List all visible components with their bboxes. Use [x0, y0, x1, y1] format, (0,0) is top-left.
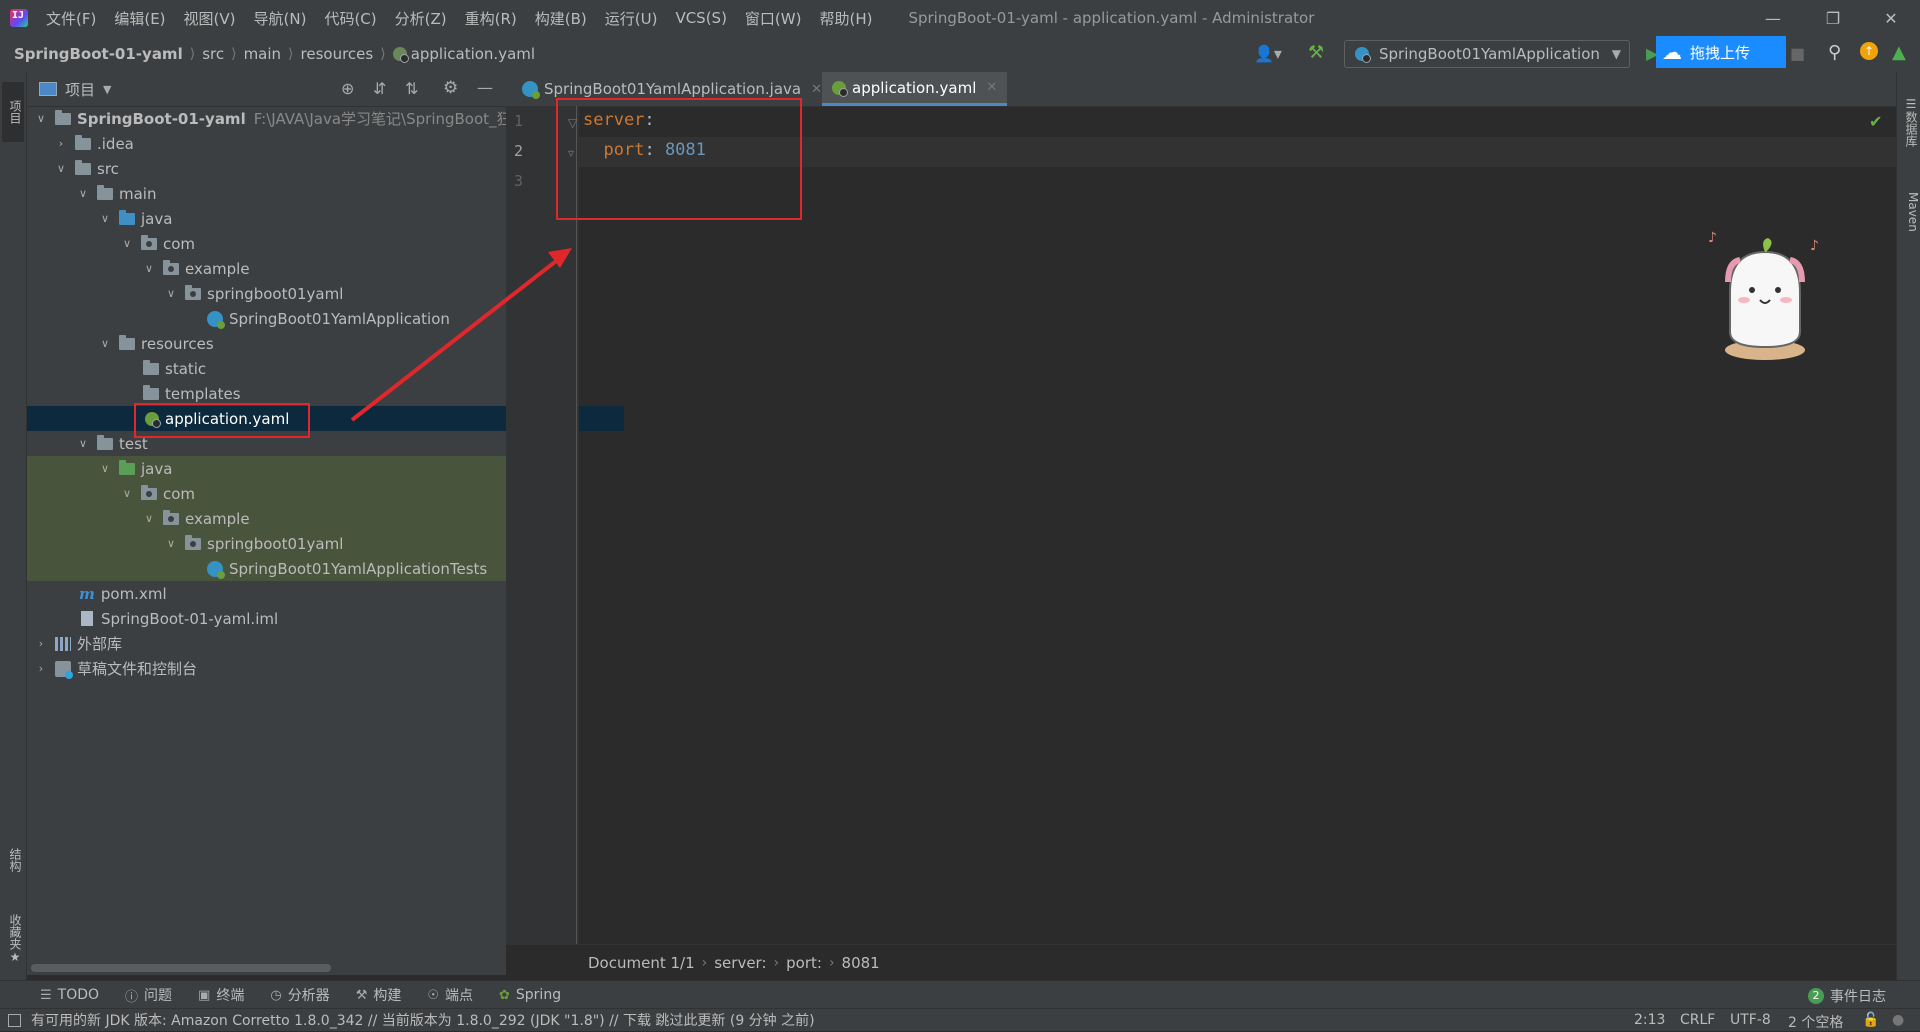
- annotation-arrow: [350, 248, 572, 422]
